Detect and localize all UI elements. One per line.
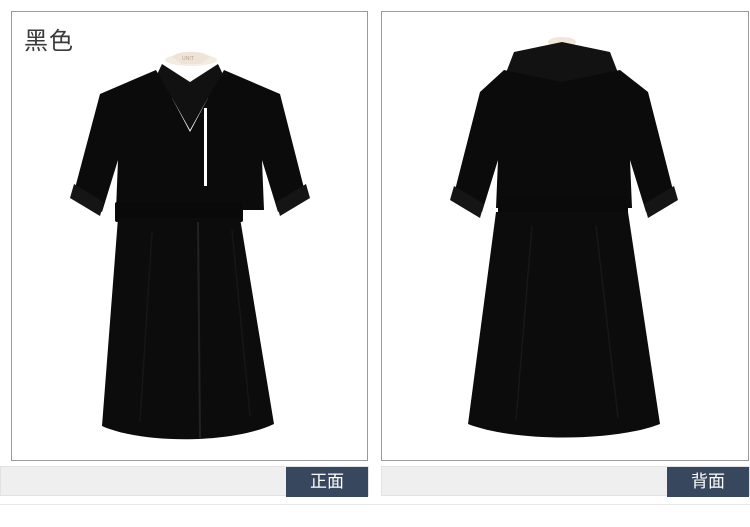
divider [0,504,750,505]
front-view-tag: 正面 [286,467,368,497]
front-dress-image: UNIT [70,51,310,440]
front-view-panel: 黑色 UNIT [11,11,368,461]
back-caption-bar: 背面 [381,466,750,497]
back-dress-image [450,37,678,438]
brand-tag: UNIT [182,56,195,62]
front-caption-bar: 正面 [0,466,369,497]
back-view-tag: 背面 [667,467,749,497]
back-view-panel [381,11,749,461]
